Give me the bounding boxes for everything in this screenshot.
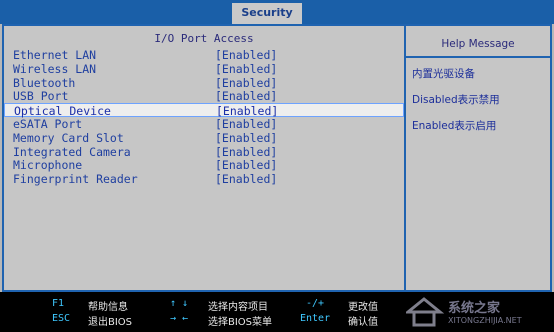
setting-value[interactable]: [Enabled] (215, 62, 277, 76)
settings-list: Ethernet LAN [Enabled] Wireless LAN [Ena… (4, 48, 404, 186)
f1-desc: 帮助信息 (88, 302, 128, 313)
row-fingerprint-reader[interactable]: Fingerprint Reader [Enabled] (4, 172, 404, 186)
setting-label: USB Port (13, 89, 69, 104)
enter-key: Enter (300, 313, 331, 324)
setting-value[interactable]: [Enabled] (215, 76, 277, 90)
setting-value[interactable]: [Enabled] (215, 117, 277, 131)
panel-divider (404, 26, 406, 290)
setting-label: Ethernet LAN (13, 48, 97, 62)
help-title: Help Message (441, 38, 515, 50)
setting-value[interactable]: [Enabled] (215, 145, 277, 159)
setting-value[interactable]: [Enabled] (215, 48, 277, 62)
help-line: 内置光驱设备 (412, 68, 475, 80)
setting-value[interactable]: [Enabled] (215, 172, 277, 186)
left-right-keys: → ← (170, 313, 189, 324)
enter-desc: 确认值 (348, 317, 378, 328)
f1-key: F1 (52, 298, 65, 309)
esc-key: ESC (52, 313, 71, 324)
setting-label: Integrated Camera (13, 144, 131, 159)
row-usb-port[interactable]: USB Port [Enabled] (4, 89, 404, 103)
setting-value[interactable]: [Enabled] (215, 158, 277, 172)
house-logo-icon (406, 297, 445, 327)
setting-value[interactable]: [Enabled] (215, 131, 277, 145)
row-integrated-camera[interactable]: Integrated Camera [Enabled] (4, 145, 404, 159)
help-line: Disabled表示禁用 (412, 94, 500, 106)
plus-minus-keys: -/+ (306, 298, 325, 309)
row-optical-device[interactable]: Optical Device [Enabled] (4, 103, 404, 118)
setting-label: Fingerprint Reader (13, 172, 138, 187)
watermark-url: XITONGZHIJIA.NET (448, 316, 522, 325)
setting-value[interactable]: [Enabled] (215, 89, 277, 103)
up-down-keys: ↑ ↓ (170, 298, 189, 309)
row-microphone[interactable]: Microphone [Enabled] (4, 158, 404, 172)
tab-security[interactable]: Security (232, 3, 302, 24)
plus-minus-desc: 更改值 (348, 302, 378, 313)
row-memory-card-slot[interactable]: Memory Card Slot [Enabled] (4, 131, 404, 145)
setting-label: Microphone (13, 158, 83, 173)
top-menu-bar: Security (0, 0, 554, 24)
up-down-desc: 选择内容项目 (208, 302, 268, 313)
help-divider (406, 56, 552, 58)
setting-label: Memory Card Slot (13, 130, 124, 145)
section-title: I/O Port Access (154, 32, 254, 45)
esc-desc: 退出BIOS (88, 317, 133, 328)
watermark-text: 系统之家 (448, 301, 501, 316)
setting-label: Wireless LAN (13, 61, 97, 76)
setting-label: eSATA Port (13, 116, 83, 131)
settings-panel: I/O Port Access Ethernet LAN [Enabled] W… (2, 24, 552, 292)
site-watermark: 系统之家 XITONGZHIJIA.NET (400, 295, 550, 329)
left-right-desc: 选择BIOS菜单 (208, 317, 273, 328)
setting-label: Bluetooth (13, 75, 76, 90)
help-line: Enabled表示启用 (412, 120, 497, 132)
row-bluetooth[interactable]: Bluetooth [Enabled] (4, 76, 404, 90)
row-esata-port[interactable]: eSATA Port [Enabled] (4, 117, 404, 131)
row-wireless-lan[interactable]: Wireless LAN [Enabled] (4, 62, 404, 76)
row-ethernet-lan[interactable]: Ethernet LAN [Enabled] (4, 48, 404, 62)
